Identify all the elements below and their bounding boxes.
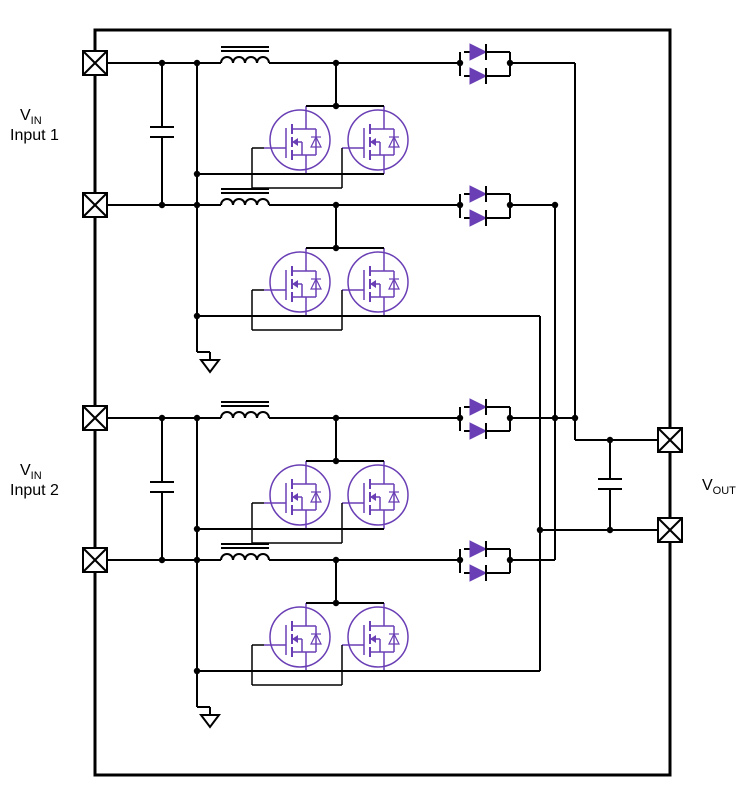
diode-2a-top bbox=[464, 399, 492, 415]
output-capacitor bbox=[598, 462, 622, 506]
terminal-vout-pos bbox=[658, 428, 682, 452]
diode-2a-bot bbox=[464, 423, 492, 439]
diode-1b-top bbox=[464, 186, 492, 202]
label-vin1: VIN bbox=[20, 107, 42, 127]
circuit-diagram: VIN Input 1 VIN Input 2 VOUT bbox=[0, 0, 751, 800]
diode-1b-bot bbox=[464, 210, 492, 226]
terminal-vout-neg bbox=[658, 518, 682, 542]
input-capacitor-1 bbox=[150, 110, 174, 154]
diode-1a-bot bbox=[464, 68, 492, 84]
terminal-vin1-neg bbox=[83, 193, 107, 217]
label-vout: VOUT bbox=[702, 477, 736, 497]
mosfet-1b-right bbox=[342, 248, 408, 316]
ground-1 bbox=[201, 352, 219, 372]
mosfet-1a-left bbox=[264, 106, 330, 174]
inductor-1a bbox=[210, 47, 280, 63]
mosfet-2a-left bbox=[264, 461, 330, 529]
diode-2b-bot bbox=[464, 565, 492, 581]
diode-2b-top bbox=[464, 541, 492, 557]
chip-outline bbox=[95, 30, 670, 775]
terminal-vin2-neg bbox=[83, 548, 107, 572]
mosfet-1a-right bbox=[342, 106, 408, 174]
terminal-vin1-pos bbox=[83, 51, 107, 75]
mosfet-2b-left bbox=[264, 603, 330, 671]
mosfet-1b-left bbox=[264, 248, 330, 316]
terminal-vin2-pos bbox=[83, 406, 107, 430]
mosfet-2a-right bbox=[342, 461, 408, 529]
label-vin1-line2: Input 1 bbox=[10, 127, 59, 144]
inductor-2b bbox=[210, 544, 280, 560]
diode-1a-top bbox=[464, 44, 492, 60]
input-capacitor-2 bbox=[150, 465, 174, 509]
ground-2 bbox=[201, 707, 219, 727]
inductor-2a bbox=[210, 402, 280, 418]
inductor-1b bbox=[210, 189, 280, 205]
label-vin2: VIN bbox=[20, 462, 42, 482]
mosfet-2b-right bbox=[342, 603, 408, 671]
label-vin2-line2: Input 2 bbox=[10, 482, 59, 499]
